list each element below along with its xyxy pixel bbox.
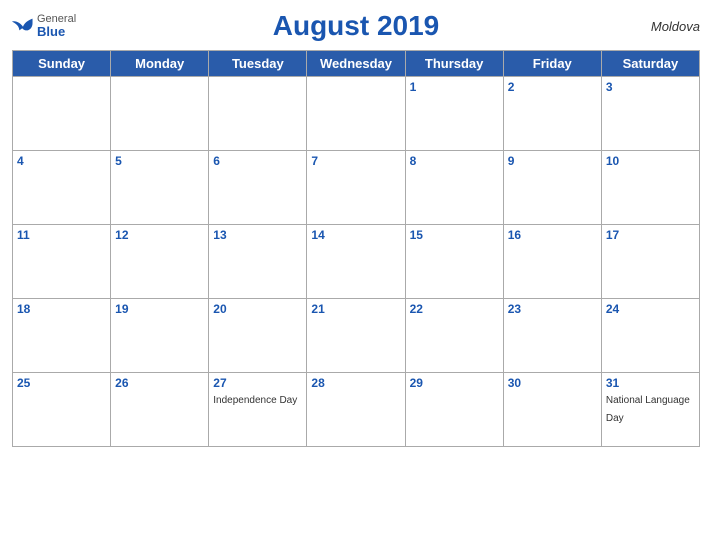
- day-event: National Language Day: [606, 395, 690, 424]
- calendar-day-cell: 31 National Language Day: [601, 373, 699, 447]
- calendar-day-cell: 24: [601, 299, 699, 373]
- day-number: 31: [606, 376, 695, 390]
- day-number: 24: [606, 302, 695, 316]
- calendar-day-cell: 23: [503, 299, 601, 373]
- calendar-day-cell: 12: [111, 225, 209, 299]
- weekday-header-row: Sunday Monday Tuesday Wednesday Thursday…: [13, 51, 700, 77]
- day-number: 16: [508, 228, 597, 242]
- calendar-day-cell: 19: [111, 299, 209, 373]
- calendar-body: 1234567891011121314151617181920212223242…: [13, 77, 700, 447]
- calendar-week-row: 456789 10: [13, 151, 700, 225]
- country-label: Moldova: [651, 19, 700, 34]
- calendar-day-cell: 7: [307, 151, 405, 225]
- calendar-header: General Blue August 2019 Moldova: [12, 10, 700, 42]
- calendar-day-cell: 22: [405, 299, 503, 373]
- col-sunday: Sunday: [13, 51, 111, 77]
- col-friday: Friday: [503, 51, 601, 77]
- calendar-day-cell: 6: [209, 151, 307, 225]
- day-number: 20: [213, 302, 302, 316]
- calendar-day-cell: 5: [111, 151, 209, 225]
- calendar-table: Sunday Monday Tuesday Wednesday Thursday…: [12, 50, 700, 447]
- calendar-day-cell: [307, 77, 405, 151]
- calendar-day-cell: 26: [111, 373, 209, 447]
- day-number: 19: [115, 302, 204, 316]
- calendar-day-cell: [111, 77, 209, 151]
- calendar-day-cell: 15: [405, 225, 503, 299]
- day-number: 2: [508, 80, 597, 94]
- day-number: 4: [17, 154, 106, 168]
- logo-blue-text: Blue: [37, 25, 76, 39]
- calendar-week-row: 25 26 27 Independence Day 28 29 30 31 National L…: [13, 373, 700, 447]
- day-number: 15: [410, 228, 499, 242]
- calendar-week-row: 123: [13, 77, 700, 151]
- day-number: 28: [311, 376, 400, 390]
- calendar-day-cell: 25: [13, 373, 111, 447]
- calendar-week-row: 11 12 13 14 15 16 17: [13, 225, 700, 299]
- col-monday: Monday: [111, 51, 209, 77]
- calendar-title: August 2019: [273, 10, 440, 42]
- day-number: 1: [410, 80, 499, 94]
- calendar-day-cell: 30: [503, 373, 601, 447]
- calendar-day-cell: 9: [503, 151, 601, 225]
- col-tuesday: Tuesday: [209, 51, 307, 77]
- calendar-day-cell: 13: [209, 225, 307, 299]
- calendar-week-row: 18 19 20 21 22 23 24: [13, 299, 700, 373]
- day-number: 18: [17, 302, 106, 316]
- calendar-day-cell: 2: [503, 77, 601, 151]
- day-event: Independence Day: [213, 395, 297, 406]
- calendar-day-cell: 20: [209, 299, 307, 373]
- col-thursday: Thursday: [405, 51, 503, 77]
- calendar-day-cell: 29: [405, 373, 503, 447]
- day-number: 26: [115, 376, 204, 390]
- calendar-day-cell: 8: [405, 151, 503, 225]
- day-number: 14: [311, 228, 400, 242]
- calendar-day-cell: 1: [405, 77, 503, 151]
- calendar-day-cell: 10: [601, 151, 699, 225]
- calendar-day-cell: 17: [601, 225, 699, 299]
- day-number: 21: [311, 302, 400, 316]
- calendar-day-cell: 28: [307, 373, 405, 447]
- calendar-day-cell: 16: [503, 225, 601, 299]
- calendar-day-cell: 11: [13, 225, 111, 299]
- calendar-day-cell: [209, 77, 307, 151]
- day-number: 13: [213, 228, 302, 242]
- calendar-day-cell: 3: [601, 77, 699, 151]
- calendar-day-cell: 21: [307, 299, 405, 373]
- logo-icon: [12, 17, 34, 35]
- day-number: 8: [410, 154, 499, 168]
- day-number: 3: [606, 80, 695, 94]
- day-number: 9: [508, 154, 597, 168]
- day-number: 12: [115, 228, 204, 242]
- day-number: 5: [115, 154, 204, 168]
- day-number: 29: [410, 376, 499, 390]
- calendar-day-cell: 18: [13, 299, 111, 373]
- col-wednesday: Wednesday: [307, 51, 405, 77]
- day-number: 10: [606, 154, 695, 168]
- calendar-container: General Blue August 2019 Moldova Sunday …: [0, 0, 712, 550]
- day-number: 11: [17, 228, 106, 242]
- calendar-day-cell: [13, 77, 111, 151]
- calendar-day-cell: 4: [13, 151, 111, 225]
- day-number: 27: [213, 376, 302, 390]
- day-number: 23: [508, 302, 597, 316]
- day-number: 7: [311, 154, 400, 168]
- col-saturday: Saturday: [601, 51, 699, 77]
- day-number: 6: [213, 154, 302, 168]
- calendar-day-cell: 27 Independence Day: [209, 373, 307, 447]
- calendar-day-cell: 14: [307, 225, 405, 299]
- day-number: 22: [410, 302, 499, 316]
- day-number: 30: [508, 376, 597, 390]
- day-number: 17: [606, 228, 695, 242]
- logo: General Blue: [12, 13, 76, 39]
- day-number: 25: [17, 376, 106, 390]
